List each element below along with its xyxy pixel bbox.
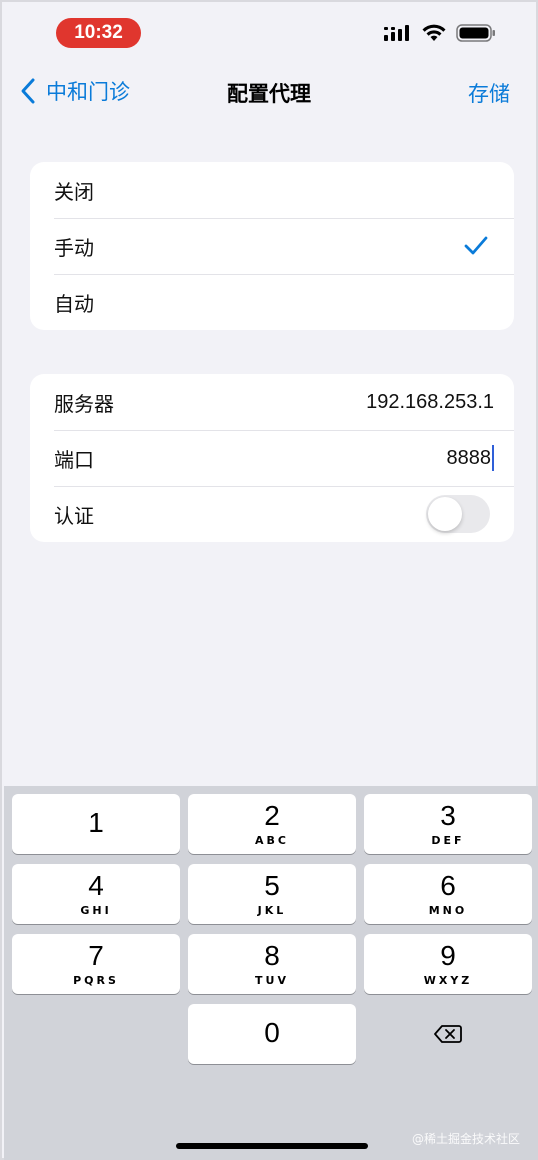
text-cursor (492, 445, 494, 471)
key-letters: WXYZ (423, 974, 473, 987)
port-row[interactable]: 端口 8888 (30, 430, 514, 486)
port-label: 端口 (54, 447, 94, 472)
server-field[interactable]: 192.168.253.1 (366, 391, 494, 414)
nav-bar: 中和门诊 配置代理 存储 (2, 68, 536, 116)
key-letters: TUV (255, 974, 289, 987)
status-time[interactable]: 10:32 (56, 18, 141, 48)
key-8[interactable]: 8 TUV (188, 934, 356, 994)
key-6[interactable]: 6 MNO (364, 864, 532, 924)
key-letters: GHI (80, 904, 112, 917)
key-letters: ABC (255, 834, 289, 847)
wifi-icon (422, 24, 446, 41)
proxy-mode-label: 关闭 (54, 179, 94, 204)
watermark: @稀土掘金技术社区 (411, 1132, 520, 1146)
key-digit: 7 (88, 940, 104, 971)
key-digit: 5 (264, 870, 280, 901)
backspace-icon (434, 1025, 462, 1043)
cellular-signal-icon (384, 25, 409, 41)
status-icons (384, 24, 496, 42)
delete-key[interactable] (364, 1004, 532, 1064)
auth-label: 认证 (54, 503, 94, 528)
key-digit: 3 (440, 800, 456, 831)
key-5[interactable]: 5 JKL (188, 864, 356, 924)
auth-toggle[interactable] (426, 495, 490, 533)
key-digit: 4 (88, 870, 104, 901)
proxy-mode-label: 自动 (54, 291, 94, 316)
server-row[interactable]: 服务器 192.168.253.1 (30, 374, 514, 430)
proxy-mode-manual[interactable]: 手动 (30, 218, 514, 274)
key-0[interactable]: 0 (188, 1004, 356, 1064)
toggle-knob (428, 497, 462, 531)
key-7[interactable]: 7 PQRS (12, 934, 180, 994)
page-title: 配置代理 (227, 82, 311, 106)
numeric-keyboard: 1 2 ABC 3 DEF 4 GHI 5 JKL 6 MNO 7 PQRS 8… (4, 786, 538, 1160)
proxy-mode-label: 手动 (54, 235, 94, 260)
screen: 10:32 中和门诊 配置代理 存储 关闭 手动 自动 服务器 192.168.… (0, 0, 538, 1160)
proxy-mode-auto[interactable]: 自动 (30, 274, 514, 330)
key-1[interactable]: 1 (12, 794, 180, 854)
proxy-settings-group: 服务器 192.168.253.1 端口 8888 认证 (30, 374, 514, 542)
key-3[interactable]: 3 DEF (364, 794, 532, 854)
key-9[interactable]: 9 WXYZ (364, 934, 532, 994)
key-digit: 8 (264, 940, 280, 971)
key-digit: 9 (440, 940, 456, 971)
port-value: 8888 (446, 446, 492, 469)
port-field[interactable]: 8888 (446, 445, 494, 471)
key-digit: 2 (264, 800, 280, 831)
key-digit: 0 (264, 1017, 280, 1048)
save-button[interactable]: 存储 (468, 78, 510, 108)
checkmark-icon (464, 236, 488, 255)
key-letters: MNO (428, 904, 468, 917)
key-2[interactable]: 2 ABC (188, 794, 356, 854)
key-digit: 6 (440, 870, 456, 901)
key-letters: DEF (431, 834, 465, 847)
auth-row: 认证 (30, 486, 514, 542)
proxy-mode-group: 关闭 手动 自动 (30, 162, 514, 330)
battery-icon (456, 24, 495, 42)
server-label: 服务器 (54, 391, 114, 416)
status-bar: 10:32 (2, 2, 536, 62)
key-letters: JKL (257, 904, 287, 917)
home-indicator[interactable] (176, 1143, 368, 1149)
proxy-mode-off[interactable]: 关闭 (30, 162, 514, 218)
key-4[interactable]: 4 GHI (12, 864, 180, 924)
key-letters: PQRS (73, 974, 119, 987)
key-digit: 1 (88, 807, 104, 838)
